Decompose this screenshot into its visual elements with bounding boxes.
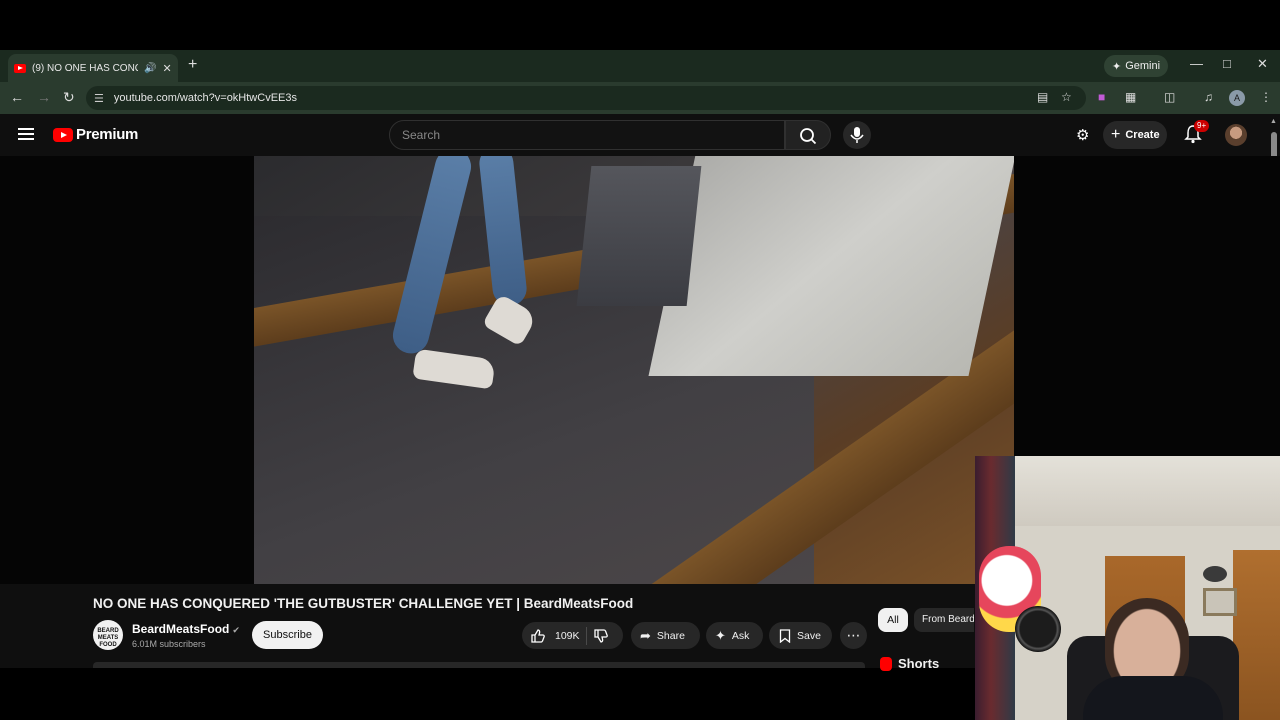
media-control-icon[interactable]: ♫ (1204, 90, 1213, 104)
account-avatar[interactable] (1225, 124, 1247, 146)
ask-button[interactable]: ✦ Ask (706, 622, 763, 649)
webcam-streamer-body (1083, 676, 1223, 720)
more-horizontal-icon: ⋯ (846, 627, 861, 643)
channel-name[interactable]: BeardMeatsFood ✔ (132, 622, 240, 636)
menu-icon[interactable] (18, 128, 34, 140)
sparkle-ask-icon: ✦ (715, 627, 726, 643)
back-icon[interactable]: ← (10, 89, 24, 105)
youtube-logo[interactable]: Premium (53, 126, 138, 143)
bookmark-star-icon[interactable]: ☆ (1061, 90, 1072, 104)
tab-title: (9) NO ONE HAS CONQUERED 'THE GUTBUSTER'… (32, 62, 138, 74)
extension-icon[interactable]: ■ (1098, 90, 1105, 104)
cast-settings-icon[interactable]: ⚙ (1076, 126, 1089, 144)
save-bookmark-icon (779, 628, 791, 643)
webcam-ceiling (975, 456, 1280, 526)
speaker-icon[interactable]: 🔊 (144, 63, 156, 74)
ask-label: Ask (731, 629, 750, 642)
forward-icon[interactable]: → (37, 89, 51, 105)
new-tab-icon[interactable]: + (188, 56, 197, 74)
sparkle-icon: ✦ (1112, 60, 1122, 73)
chip-all[interactable]: All (878, 608, 908, 632)
gemini-button[interactable]: ✦ Gemini (1104, 55, 1169, 77)
create-label: Create (1125, 129, 1160, 141)
voice-search-button[interactable] (843, 121, 871, 149)
webcam-wall-frame (1203, 588, 1237, 616)
browser-tab-strip: (9) NO ONE HAS CONQUERED 'THE GUTBUSTER'… (0, 50, 1280, 82)
like-dislike-group: 109K (522, 622, 623, 649)
address-bar[interactable]: ☰ youtube.com/watch?v=okHtwCvEE3s (86, 86, 1086, 110)
chip-from-channel[interactable]: From BeardMeatsFood (914, 608, 974, 632)
more-actions-button[interactable]: ⋯ (840, 622, 867, 649)
gemini-label: Gemini (1125, 60, 1161, 72)
like-count[interactable]: 109K (555, 630, 580, 642)
search-button[interactable] (785, 120, 831, 150)
save-label: Save (797, 629, 821, 642)
share-button[interactable]: ➦ Share (631, 622, 700, 649)
video-info-section: NO ONE HAS CONQUERED 'THE GUTBUSTER' CHA… (0, 584, 975, 668)
brand-label: Premium (76, 126, 139, 143)
channel-name-text[interactable]: BeardMeatsFood (132, 622, 229, 636)
subscribe-button[interactable]: Subscribe (252, 621, 323, 649)
dislike-icon[interactable] (593, 628, 609, 644)
top-letterbox (0, 0, 1280, 50)
notification-count-badge: 9+ (1194, 120, 1210, 132)
plus-icon: + (1111, 126, 1121, 143)
subscriber-count: 6.01M subscribers (132, 639, 206, 649)
webcam-overlay (975, 456, 1280, 720)
video-bin (576, 166, 702, 306)
search-icon (800, 128, 817, 145)
site-info-icon[interactable]: ☰ (94, 92, 104, 105)
verified-icon: ✔ (232, 625, 240, 635)
extensions-puzzle-icon[interactable]: ▦ (1125, 90, 1136, 104)
webcam-wall-clock (1203, 566, 1227, 582)
browser-menu-icon[interactable]: ⋮ (1260, 90, 1272, 104)
like-icon[interactable] (530, 628, 546, 644)
shorts-label: Shorts (898, 656, 940, 671)
video-window-pane (648, 156, 1014, 376)
browser-toolbar: ← → ↻ ☰ youtube.com/watch?v=okHtwCvEE3s … (0, 82, 1280, 114)
save-button[interactable]: Save (769, 622, 832, 649)
url-text: youtube.com/watch?v=okHtwCvEE3s (113, 92, 297, 104)
browser-tab[interactable]: (9) NO ONE HAS CONQUERED 'THE GUTBUSTER'… (8, 54, 178, 82)
install-app-icon[interactable]: ▤ (1037, 90, 1048, 104)
video-title: NO ONE HAS CONQUERED 'THE GUTBUSTER' CHA… (93, 596, 634, 611)
video-frame[interactable] (254, 156, 1014, 584)
browser-profile-avatar[interactable]: A (1229, 90, 1245, 106)
channel-avatar[interactable]: BEARD MEATS FOOD (93, 620, 123, 650)
share-label: Share (656, 629, 685, 642)
like-dislike-divider (585, 626, 587, 645)
webcam-microphone (1015, 606, 1061, 652)
youtube-favicon-icon (14, 63, 26, 73)
microphone-icon (850, 127, 864, 143)
search-placeholder: Search (402, 128, 441, 142)
webcam-door-right (1233, 550, 1280, 720)
maximize-icon[interactable]: □ (1223, 56, 1231, 71)
description-box-top[interactable] (93, 662, 865, 668)
shorts-icon (880, 656, 892, 671)
reload-icon[interactable]: ↻ (63, 89, 75, 106)
search-input[interactable]: Search (389, 120, 785, 150)
share-icon: ➦ (640, 627, 651, 643)
close-window-icon[interactable]: ✕ (1257, 56, 1268, 72)
tab-search-icon[interactable]: ◫ (1164, 90, 1175, 104)
scroll-up-icon[interactable]: ▲ (1270, 118, 1277, 125)
shorts-heading: Shorts (880, 656, 939, 671)
close-tab-icon[interactable]: ✕ (162, 62, 171, 75)
youtube-play-icon (53, 127, 73, 142)
minimize-icon[interactable]: — (1190, 56, 1203, 71)
youtube-header: Premium Search ⚙ + Create 9+ (0, 114, 1280, 156)
create-button[interactable]: + Create (1103, 121, 1167, 149)
